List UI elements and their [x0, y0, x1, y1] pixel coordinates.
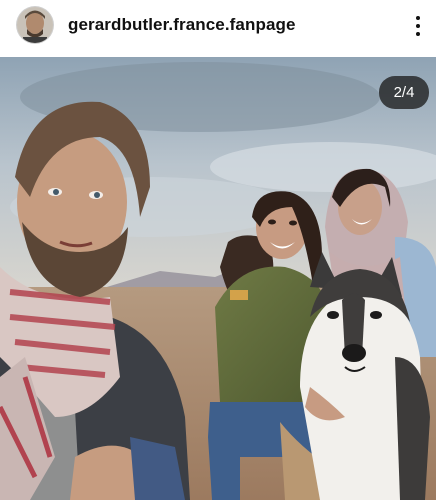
profile-avatar[interactable]	[17, 7, 53, 43]
more-vertical-icon[interactable]	[404, 12, 432, 40]
avatar-image	[17, 7, 53, 43]
username-link[interactable]: gerardbutler.france.fanpage	[68, 15, 296, 35]
post-photo[interactable]	[0, 57, 436, 500]
photo-illustration	[0, 57, 436, 500]
post-header: gerardbutler.france.fanpage	[0, 0, 436, 57]
carousel-counter: 2/4	[379, 76, 429, 109]
